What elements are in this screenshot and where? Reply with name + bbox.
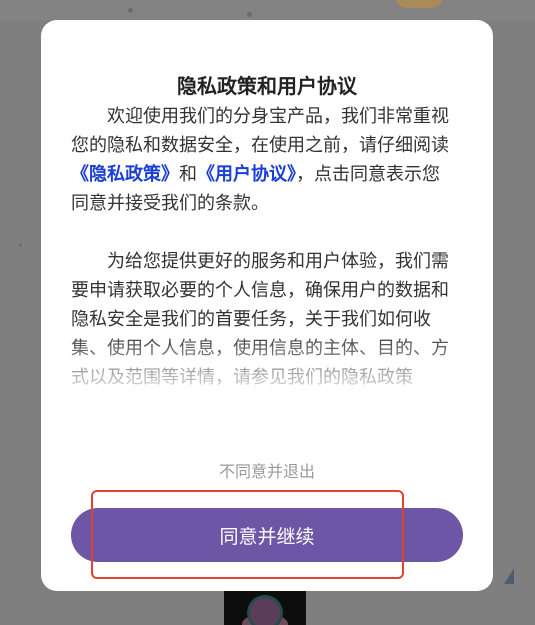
intro-text: 欢迎使用我们的分身宝产品，我们非常重视您的隐私和数据安全，在使用之前，请仔细阅读	[71, 106, 449, 156]
background-dot	[128, 8, 133, 13]
info-paragraph: 为给您提供更好的服务和用户体验，我们需要申请获取必要的个人信息，确保用户的数据和…	[71, 251, 449, 388]
backdrop-app-header	[0, 0, 535, 20]
privacy-dialog: 隐私政策和用户协议 欢迎使用我们的分身宝产品，我们非常重视您的隐私和数据安全，在…	[41, 20, 493, 591]
user-agreement-link[interactable]: 《用户协议》	[197, 164, 296, 185]
dialog-content[interactable]: 欢迎使用我们的分身宝产品，我们非常重视您的隐私和数据安全，在使用之前，请仔细阅读…	[71, 102, 451, 402]
intro-connector: 和	[179, 164, 197, 185]
intro-paragraph: 欢迎使用我们的分身宝产品，我们非常重视您的隐私和数据安全，在使用之前，请仔细阅读…	[71, 102, 451, 218]
background-dot	[247, 12, 252, 17]
background-corner-shape	[504, 568, 514, 584]
disagree-exit-button[interactable]: 不同意并退出	[41, 460, 493, 484]
background-dot	[19, 244, 22, 247]
background-app-thumbnail	[224, 588, 306, 625]
dialog-title: 隐私政策和用户协议	[177, 74, 357, 98]
agree-continue-button[interactable]: 同意并继续	[71, 508, 463, 562]
thumbnail-figure-head	[250, 598, 280, 625]
background-app-icon	[395, 0, 443, 8]
privacy-policy-link[interactable]: 《隐私政策》	[71, 164, 179, 185]
